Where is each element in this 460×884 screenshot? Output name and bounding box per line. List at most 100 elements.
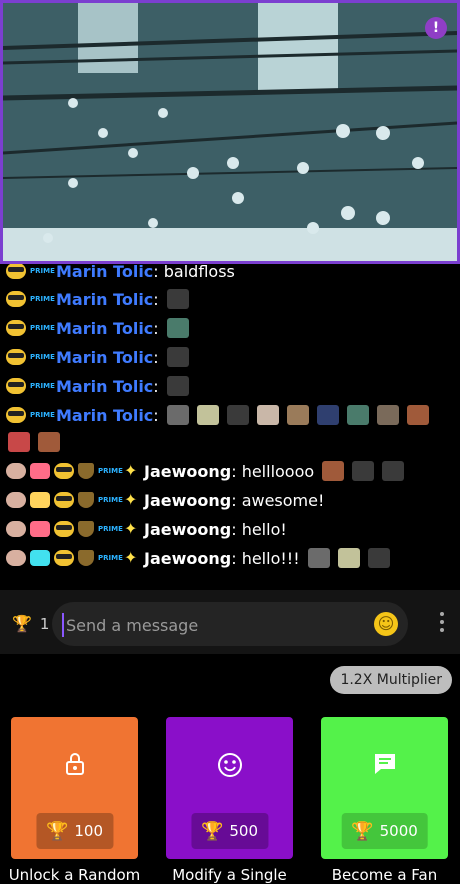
prime-badge-icon: PRIME bbox=[30, 267, 55, 275]
cat-badge-icon bbox=[30, 521, 50, 537]
sparkle-badge-icon: ✦ bbox=[124, 490, 138, 509]
chat-username[interactable]: Jaewoong bbox=[144, 549, 231, 568]
chat-username[interactable]: Marin Tolic bbox=[56, 377, 153, 396]
chat-username[interactable]: Jaewoong bbox=[144, 462, 231, 481]
sparkle-badge-icon: ✦ bbox=[124, 519, 138, 538]
glasses-badge-icon bbox=[54, 463, 74, 479]
reward-cost-value: 500 bbox=[229, 822, 259, 840]
chat-message-continuation bbox=[6, 429, 60, 455]
prime-badge-icon: PRIME bbox=[98, 554, 123, 562]
message-input[interactable] bbox=[62, 613, 368, 637]
emote-icon bbox=[166, 405, 189, 425]
chat-bubble-icon bbox=[372, 752, 398, 778]
reward-label: Modify a Single bbox=[172, 866, 287, 884]
shield-badge-icon bbox=[78, 550, 94, 566]
emote-icon bbox=[337, 548, 360, 568]
glasses-badge-icon bbox=[6, 349, 26, 365]
reward-label: Unlock a Random bbox=[8, 866, 141, 884]
chat-message: PRIME Marin Tolic: bbox=[6, 315, 189, 341]
emote-icon bbox=[166, 347, 189, 367]
trophy-icon: 🏆 bbox=[351, 820, 374, 842]
emote-icon bbox=[256, 405, 279, 425]
lock-icon bbox=[62, 752, 88, 778]
emote-icon bbox=[322, 461, 345, 481]
chat-message: PRIME Marin Tolic: bbox=[6, 344, 189, 370]
sparkle-badge-icon: ✦ bbox=[124, 548, 138, 567]
face-badge-icon bbox=[6, 492, 26, 508]
prime-badge-icon: PRIME bbox=[30, 353, 55, 361]
trophy-icon: 🏆 bbox=[12, 614, 32, 633]
emote-icon bbox=[166, 318, 189, 338]
prime-badge-icon: PRIME bbox=[30, 382, 55, 390]
cat-badge-icon bbox=[30, 550, 50, 566]
chat-message: PRIME Marin Tolic: bbox=[6, 402, 429, 428]
chat-username[interactable]: Marin Tolic bbox=[56, 264, 153, 281]
chat-text: : bbox=[153, 376, 159, 396]
chat-message: PRIME ✦ Jaewoong: hello!!! bbox=[6, 545, 390, 571]
channel-points[interactable]: 🏆 1 bbox=[12, 614, 49, 633]
glasses-badge-icon bbox=[54, 550, 74, 566]
chat-text: : hellloooo bbox=[231, 461, 315, 481]
emote-icon bbox=[382, 461, 405, 481]
smiley-icon bbox=[217, 752, 243, 778]
emote-icon bbox=[376, 405, 399, 425]
prime-badge-icon: PRIME bbox=[98, 467, 123, 475]
emote-icon bbox=[166, 289, 189, 309]
emote-icon bbox=[316, 405, 339, 425]
trophy-icon: 🏆 bbox=[45, 820, 69, 842]
message-box[interactable]: ☺ bbox=[52, 602, 408, 646]
reward-cost: 🏆 500 bbox=[190, 813, 269, 849]
chat-message: PRIME ✦ Jaewoong: awesome! bbox=[6, 487, 324, 513]
reward-cost-value: 5000 bbox=[379, 822, 418, 840]
emote-icon bbox=[406, 405, 429, 425]
glasses-badge-icon bbox=[6, 264, 26, 279]
shield-badge-icon bbox=[78, 521, 94, 537]
reward-card-modify[interactable]: 🏆 500 bbox=[166, 717, 293, 859]
prime-badge-icon: PRIME bbox=[30, 295, 55, 303]
shield-badge-icon bbox=[78, 492, 94, 508]
emote-icon bbox=[196, 405, 219, 425]
face-badge-icon bbox=[6, 550, 26, 566]
video-player[interactable]: ! bbox=[0, 0, 460, 264]
trophy-icon: 🏆 bbox=[200, 820, 224, 842]
face-badge-icon bbox=[6, 463, 26, 479]
chat-message: PRIME Marin Tolic: bbox=[6, 373, 189, 399]
chat-username[interactable]: Marin Tolic bbox=[56, 406, 153, 425]
chat-message: PRIME Marin Tolic: bbox=[6, 286, 189, 312]
more-options-icon[interactable] bbox=[440, 612, 444, 632]
reward-label: Become a Fan bbox=[331, 866, 438, 884]
chat-list[interactable]: PRIME Marin Tolic: baldfloss PRIME Marin… bbox=[0, 264, 460, 590]
glasses-badge-icon bbox=[6, 320, 26, 336]
chat-text: : awesome! bbox=[231, 490, 325, 510]
prime-badge-icon: PRIME bbox=[30, 411, 55, 419]
alert-icon[interactable]: ! bbox=[425, 17, 447, 39]
prime-badge-icon: PRIME bbox=[98, 496, 123, 504]
glasses-badge-icon bbox=[6, 407, 26, 423]
emote-icon bbox=[346, 405, 369, 425]
reward-cost-value: 100 bbox=[74, 822, 104, 840]
emote-icon bbox=[38, 432, 60, 452]
face-badge-icon bbox=[6, 521, 26, 537]
emoji-picker-icon[interactable]: ☺ bbox=[374, 612, 398, 636]
chat-text: : hello!!! bbox=[231, 548, 300, 568]
multiplier-badge[interactable]: 1.2X Multiplier bbox=[330, 666, 452, 694]
chat-username[interactable]: Marin Tolic bbox=[56, 290, 153, 309]
chat-text: : bbox=[153, 347, 159, 367]
chat-text: : bbox=[153, 289, 159, 309]
chat-text: : baldfloss bbox=[153, 264, 235, 281]
chat-username[interactable]: Jaewoong bbox=[144, 520, 231, 539]
reward-card-fan[interactable]: 🏆 5000 bbox=[321, 717, 448, 859]
glasses-badge-icon bbox=[6, 291, 26, 307]
chat-username[interactable]: Jaewoong bbox=[144, 491, 231, 510]
chat-username[interactable]: Marin Tolic bbox=[56, 348, 153, 367]
emote-icon bbox=[352, 461, 375, 481]
prime-badge-icon: PRIME bbox=[30, 324, 55, 332]
emote-icon bbox=[166, 376, 189, 396]
emote-icon bbox=[307, 548, 330, 568]
emote-icon bbox=[367, 548, 390, 568]
emote-icon bbox=[226, 405, 249, 425]
chat-input-bar: 🏆 1 ☺ bbox=[0, 590, 460, 654]
chat-username[interactable]: Marin Tolic bbox=[56, 319, 153, 338]
chat-text: : hello! bbox=[231, 519, 287, 539]
reward-card-unlock[interactable]: 🏆 100 bbox=[11, 717, 138, 859]
